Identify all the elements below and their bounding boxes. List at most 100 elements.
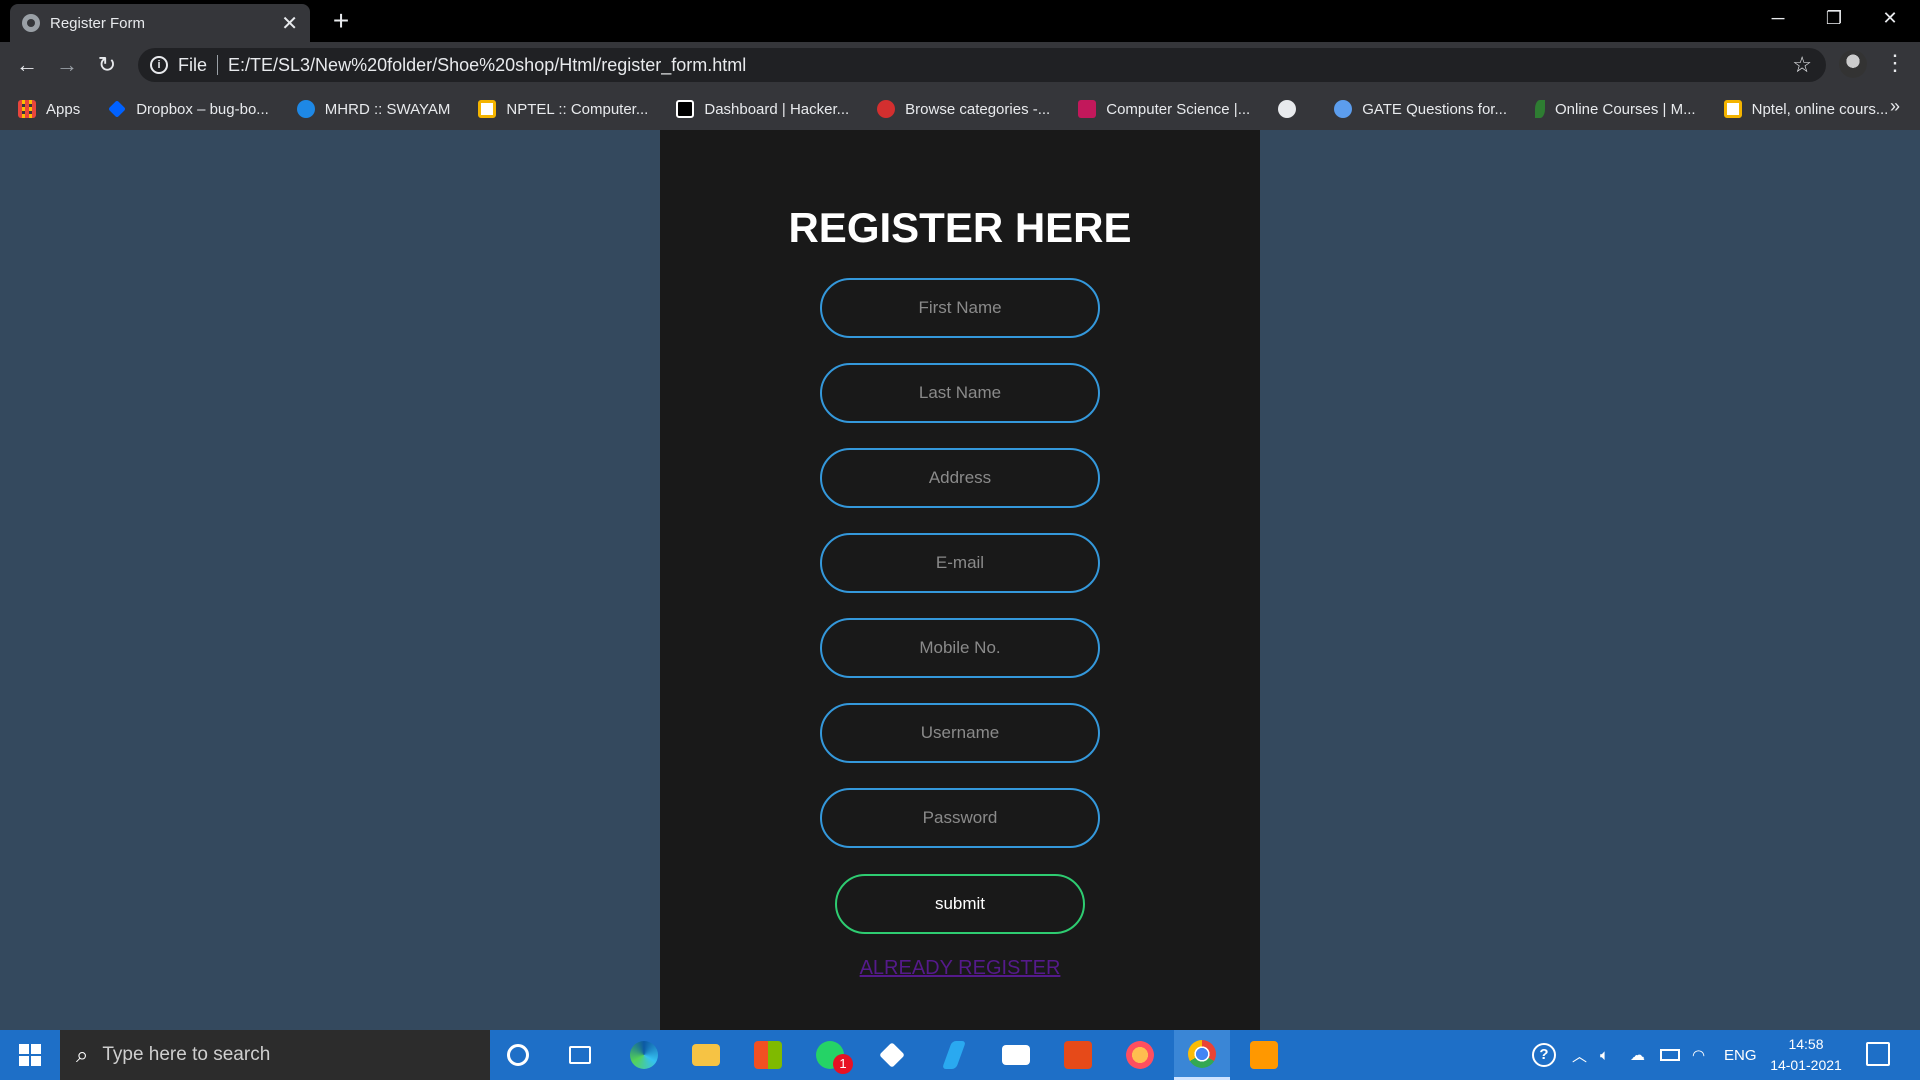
password-input[interactable] <box>820 788 1100 848</box>
dropbox-icon <box>879 1042 905 1068</box>
new-tab-button[interactable]: + <box>326 6 356 36</box>
file-explorer-app[interactable] <box>678 1030 734 1080</box>
submit-button[interactable]: submit <box>835 874 1085 934</box>
hackerrank-icon <box>676 100 695 118</box>
forward-button[interactable]: → <box>52 50 82 80</box>
task-view-button[interactable] <box>552 1030 608 1080</box>
last-name-input[interactable] <box>820 363 1100 423</box>
bookmark-label: Online Courses | M... <box>1554 100 1696 118</box>
globe-icon <box>1278 100 1297 118</box>
edge-icon <box>630 1041 658 1069</box>
bookmarks-bar: Apps Dropbox – bug-bo... MHRD :: SWAYAM … <box>0 88 1920 130</box>
bookmark-categories[interactable]: Browse categories -... <box>877 100 1050 118</box>
office-app[interactable] <box>1050 1030 1106 1080</box>
store-app[interactable] <box>740 1030 796 1080</box>
swayam-icon <box>296 100 315 118</box>
restore-button[interactable]: ❐ <box>1806 0 1862 36</box>
back-button[interactable]: ← <box>12 50 42 80</box>
vscode-app[interactable] <box>926 1030 982 1080</box>
site-info-icon[interactable]: i <box>150 56 168 74</box>
sublime-app[interactable] <box>1236 1030 1292 1080</box>
already-register-link[interactable]: ALREADY REGISTER <box>660 957 1260 980</box>
address-input[interactable] <box>820 448 1100 508</box>
firefox-app[interactable] <box>1112 1030 1168 1080</box>
profile-avatar[interactable] <box>1839 50 1867 78</box>
taskbar-search[interactable]: ⌕ Type here to search <box>60 1030 490 1080</box>
bookmark-gate[interactable]: GATE Questions for... <box>1334 100 1507 118</box>
wifi-icon[interactable]: ◠ <box>1692 1030 1705 1080</box>
page-favicon-icon <box>22 14 40 32</box>
action-center-icon[interactable] <box>1866 1042 1890 1066</box>
mail-icon <box>1002 1045 1030 1065</box>
edge-app[interactable] <box>616 1030 672 1080</box>
apps-grid-icon <box>18 100 36 118</box>
bookmark-label: NPTEL :: Computer... <box>506 100 649 118</box>
tab-register-form[interactable]: Register Form ✕ <box>10 4 310 42</box>
cortana-button[interactable] <box>490 1030 546 1080</box>
system-clock[interactable]: 14:58 14-01-2021 <box>1768 1034 1844 1076</box>
minimize-button[interactable]: ─ <box>1750 0 1806 36</box>
cortana-icon <box>507 1044 529 1066</box>
bookmark-globe[interactable] <box>1278 100 1306 118</box>
onedrive-icon[interactable]: ☁︎ <box>1630 1030 1645 1080</box>
volume-icon[interactable]: 🔈︎ <box>1600 1030 1609 1080</box>
nptel-icon <box>478 100 497 118</box>
mobile-input[interactable] <box>820 618 1100 678</box>
mail-app[interactable] <box>988 1030 1044 1080</box>
bookmark-nptel[interactable]: NPTEL :: Computer... <box>478 100 648 118</box>
windows-taskbar: ⌕ Type here to search 1 ? ︿ 🔈︎ ☁︎ ◠ ENG … <box>0 1030 1920 1080</box>
store-icon <box>754 1041 782 1069</box>
firefox-icon <box>1126 1041 1154 1069</box>
chrome-app[interactable] <box>1174 1030 1230 1080</box>
bookmark-label: Nptel, online cours... <box>1751 100 1889 118</box>
bookmark-label: Apps <box>46 100 81 118</box>
browser-tabstrip: Register Form ✕ + ─ ❐ ✕ <box>0 0 1920 42</box>
gate-icon <box>1334 100 1353 118</box>
notification-badge: 1 <box>833 1054 853 1074</box>
bookmark-label: MHRD :: SWAYAM <box>324 100 451 118</box>
whatsapp-app[interactable]: 1 <box>802 1030 858 1080</box>
reload-button[interactable]: ↻ <box>92 50 122 80</box>
tab-title: Register Form <box>50 14 146 32</box>
help-icon[interactable]: ? <box>1532 1030 1556 1080</box>
bookmark-star-icon[interactable]: ☆ <box>1792 52 1812 78</box>
close-window-button[interactable]: ✕ <box>1862 0 1918 36</box>
battery-icon[interactable] <box>1660 1030 1680 1080</box>
office-icon <box>1064 1041 1092 1069</box>
bookmarks-more-icon[interactable]: » <box>1890 96 1900 117</box>
tray-expand-icon[interactable]: ︿ <box>1572 1030 1587 1080</box>
address-url[interactable]: E:/TE/SL3/New%20folder/Shoe%20shop/Html/… <box>228 55 746 76</box>
bookmark-label: Computer Science |... <box>1106 100 1251 118</box>
folder-icon <box>692 1044 720 1066</box>
first-name-input[interactable] <box>820 278 1100 338</box>
bookmark-label: GATE Questions for... <box>1362 100 1507 118</box>
sublime-text-icon <box>1250 1041 1278 1069</box>
email-input[interactable] <box>820 533 1100 593</box>
bookmark-dropbox[interactable]: Dropbox – bug-bo... <box>108 100 269 118</box>
dropbox-app[interactable] <box>864 1030 920 1080</box>
clock-date: 14-01-2021 <box>1770 1057 1842 1073</box>
bookmark-nptel-online[interactable]: Nptel, online cours... <box>1723 100 1889 118</box>
nptel-icon <box>1723 100 1742 118</box>
tab-close-icon[interactable]: ✕ <box>281 11 298 36</box>
language-indicator[interactable]: ENG <box>1724 1030 1757 1080</box>
leaf-icon <box>1534 100 1545 118</box>
address-bar[interactable]: i File E:/TE/SL3/New%20folder/Shoe%20sho… <box>138 48 1826 82</box>
task-view-icon <box>569 1046 591 1064</box>
bookmark-swayam[interactable]: MHRD :: SWAYAM <box>296 100 451 118</box>
address-separator <box>217 55 219 75</box>
bookmark-computer-science[interactable]: Computer Science |... <box>1078 100 1250 118</box>
browser-menu-icon[interactable]: ⋮ <box>1884 48 1906 78</box>
bookmark-online-courses[interactable]: Online Courses | M... <box>1534 100 1696 118</box>
bookmark-apps[interactable]: Apps <box>18 100 80 118</box>
username-input[interactable] <box>820 703 1100 763</box>
bookmark-label: Browse categories -... <box>905 100 1051 118</box>
code-editor-icon <box>941 1041 967 1069</box>
bookmark-hackerrank[interactable]: Dashboard | Hacker... <box>676 100 849 118</box>
chrome-icon <box>1188 1039 1216 1068</box>
bookmark-label: Dropbox – bug-bo... <box>136 100 269 118</box>
address-scheme: File <box>178 54 208 75</box>
register-form-card: REGISTER HERE submit ALREADY REGISTER <box>660 130 1260 1030</box>
start-button[interactable] <box>0 1030 60 1080</box>
browser-toolbar: ← → ↻ i File E:/TE/SL3/New%20folder/Shoe… <box>0 42 1920 88</box>
